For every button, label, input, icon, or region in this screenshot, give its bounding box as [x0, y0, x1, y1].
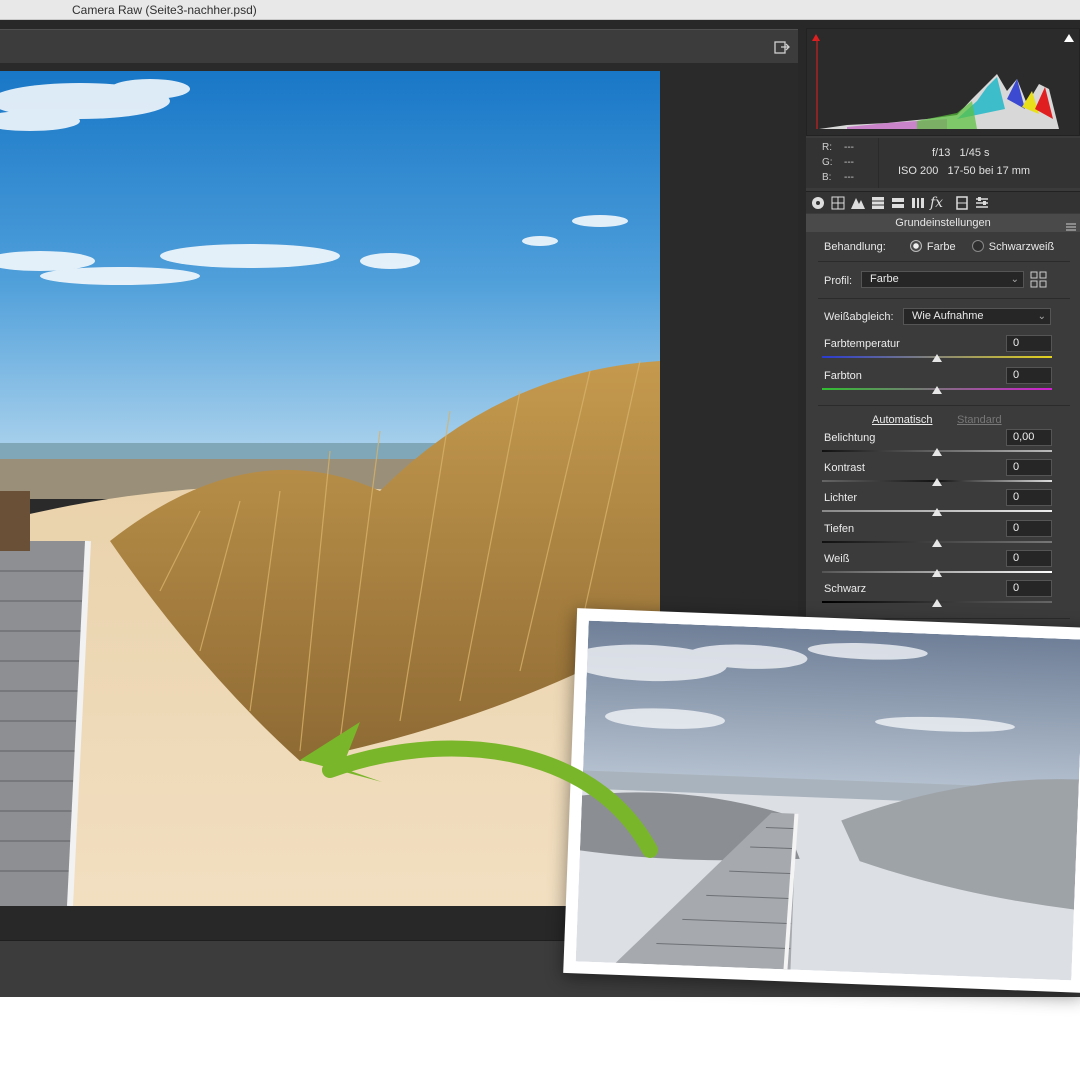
info-readout: R: --- G: --- B: --- f/13 1/45 s ISO 200 17…	[806, 138, 1080, 188]
r-value: ---	[844, 142, 854, 153]
section-title: Grundeinstellungen	[806, 214, 1080, 232]
detail-icon[interactable]	[850, 195, 866, 211]
window-title: Camera Raw (Seite3-nachher.psd)	[72, 3, 257, 17]
section-title-text: Grundeinstellungen	[895, 217, 991, 229]
top-toolbar	[0, 29, 798, 63]
tint-value[interactable]: 0	[1006, 367, 1052, 384]
blacks-value[interactable]: 0	[1006, 580, 1052, 597]
highlights-label: Lichter	[824, 492, 858, 504]
b-value: ---	[844, 172, 854, 183]
temperature-value[interactable]: 0	[1006, 335, 1052, 352]
panel-tabs: fx	[806, 191, 1080, 213]
highlights-value[interactable]: 0	[1006, 489, 1052, 506]
shadows-thumb[interactable]	[932, 539, 942, 547]
split-toning-icon[interactable]	[890, 195, 906, 211]
basic-icon[interactable]	[810, 195, 826, 211]
whites-label: Weiß	[824, 553, 850, 565]
g-label: G:	[822, 157, 833, 168]
contrast-label: Kontrast	[824, 462, 865, 474]
presets-icon[interactable]	[974, 195, 990, 211]
chevron-down-icon: ⌄	[1010, 274, 1019, 285]
white-balance-select[interactable]: Wie Aufnahme ⌄	[903, 308, 1051, 325]
profile-label: Profil:	[824, 275, 853, 287]
whites-thumb[interactable]	[932, 569, 942, 577]
lens-corrections-icon[interactable]	[910, 195, 926, 211]
r-label: R:	[822, 142, 832, 153]
export-icon[interactable]	[774, 39, 790, 55]
divider	[818, 298, 1070, 299]
whites-value[interactable]: 0	[1006, 550, 1052, 567]
profile-select[interactable]: Farbe ⌄	[861, 271, 1024, 288]
treatment-row: Behandlung: Farbe Schwarzweiß	[824, 240, 1054, 253]
profile-browser-icon[interactable]	[1030, 271, 1048, 289]
tint-label: Farbton	[824, 370, 862, 382]
aperture: f/13	[932, 147, 951, 159]
temperature-label: Farbtemperatur	[824, 338, 900, 350]
exposure-label: Belichtung	[824, 432, 876, 444]
iso: ISO 200	[898, 165, 939, 177]
contrast-value[interactable]: 0	[1006, 459, 1052, 476]
divider	[818, 405, 1070, 406]
lens: 17-50 bei 17 mm	[947, 165, 1031, 177]
treatment-label: Behandlung:	[824, 241, 886, 253]
shadows-value[interactable]: 0	[1006, 520, 1052, 537]
panel-menu-icon[interactable]	[1066, 219, 1076, 231]
tint-thumb[interactable]	[932, 386, 942, 394]
treatment-bw-radio[interactable]	[971, 240, 984, 252]
divider	[818, 261, 1070, 262]
highlights-thumb[interactable]	[932, 508, 942, 516]
auto-link[interactable]: Automatisch	[872, 414, 933, 426]
camera-calibration-icon[interactable]	[954, 195, 970, 211]
green-arrow-icon	[300, 722, 658, 858]
g-value: ---	[844, 157, 854, 168]
blacks-thumb[interactable]	[932, 599, 942, 607]
blacks-label: Schwarz	[824, 583, 867, 595]
exposure-thumb[interactable]	[932, 448, 942, 456]
chevron-down-icon: ⌄	[1037, 311, 1046, 322]
tone-curve-icon[interactable]	[830, 195, 846, 211]
white-balance-label: Weißabgleich:	[824, 311, 894, 323]
b-label: B:	[822, 172, 832, 183]
exposure-value[interactable]: 0,00	[1006, 429, 1052, 446]
hsl-icon[interactable]	[870, 195, 886, 211]
histogram	[806, 28, 1080, 136]
window-title-bar: Camera Raw (Seite3-nachher.psd)	[0, 0, 1080, 20]
profile-value: Farbe	[870, 273, 899, 285]
shutter-speed: 1/45 s	[959, 147, 990, 159]
default-link[interactable]: Standard	[957, 414, 1002, 426]
temperature-thumb[interactable]	[932, 354, 942, 362]
treatment-color-label: Farbe	[926, 241, 956, 253]
effects-icon[interactable]: fx	[930, 195, 946, 211]
treatment-color-radio[interactable]	[909, 240, 922, 252]
contrast-thumb[interactable]	[932, 478, 942, 486]
white-balance-value: Wie Aufnahme	[912, 310, 984, 322]
shadows-label: Tiefen	[824, 523, 855, 535]
treatment-bw-label: Schwarzweiß	[988, 241, 1055, 253]
info-divider	[878, 138, 879, 188]
